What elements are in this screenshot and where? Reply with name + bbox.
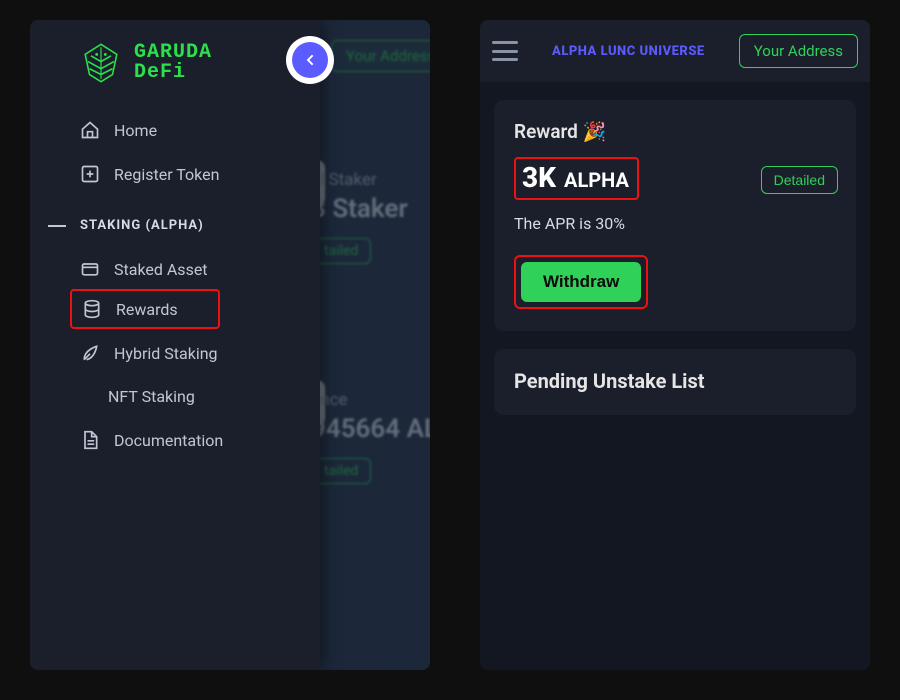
reward-title: Reward 🎉 xyxy=(514,120,836,143)
right-phone-frame: ALPHA LUNC UNIVERSE Your Address Reward … xyxy=(480,20,870,670)
plus-square-icon xyxy=(80,164,100,184)
highlight-withdraw: Withdraw xyxy=(514,255,648,309)
nav-staked-label: Staked Asset xyxy=(114,260,208,279)
nav-register-label: Register Token xyxy=(114,165,219,184)
logo-line1: GARUDA xyxy=(134,43,212,63)
logo-line2: DeFi xyxy=(134,63,212,83)
collapse-dash-icon xyxy=(48,225,66,227)
nav-documentation[interactable]: Documentation xyxy=(30,418,320,462)
highlight-rewards: Rewards xyxy=(70,289,220,329)
section-staking-header[interactable]: STAKING (ALPHA) xyxy=(30,196,320,247)
home-icon xyxy=(80,120,100,140)
section-title-label: STAKING (ALPHA) xyxy=(80,218,204,233)
reward-card: Reward 🎉 3K ALPHA Detailed The APR is 30… xyxy=(494,100,856,331)
address-button[interactable]: Your Address xyxy=(739,34,858,68)
menu-button[interactable] xyxy=(492,41,518,61)
reward-amount-number: 3K xyxy=(522,161,556,194)
nav-hybrid-label: Hybrid Staking xyxy=(114,344,218,363)
logo-text: GARUDA DeFi xyxy=(134,43,212,83)
pending-unstake-card: Pending Unstake List xyxy=(494,349,856,415)
nav-home-label: Home xyxy=(114,121,157,140)
nav-hybrid-staking[interactable]: Hybrid Staking xyxy=(30,331,320,375)
wallet-icon xyxy=(80,259,100,279)
left-phone-frame: Your Address al Staker 3 Staker tailed a… xyxy=(30,20,430,670)
sidebar-drawer: GARUDA DeFi Home Register Token xyxy=(30,20,320,670)
pending-title: Pending Unstake List xyxy=(514,369,836,393)
apr-text: The APR is 30% xyxy=(514,214,836,233)
hamburger-icon xyxy=(492,41,518,44)
nav-register-token[interactable]: Register Token xyxy=(30,152,320,196)
nav-rewards[interactable]: Rewards xyxy=(72,291,218,327)
withdraw-button[interactable]: Withdraw xyxy=(521,262,641,302)
detailed-button[interactable]: Detailed xyxy=(761,166,838,194)
document-icon xyxy=(80,430,100,450)
topbar: ALPHA LUNC UNIVERSE Your Address xyxy=(480,20,870,82)
logo[interactable]: GARUDA DeFi xyxy=(30,32,320,108)
nav-rewards-label: Rewards xyxy=(116,300,178,319)
database-icon xyxy=(82,299,102,319)
nav-docs-label: Documentation xyxy=(114,431,223,450)
nav-staked-asset[interactable]: Staked Asset xyxy=(30,247,320,291)
nav-nft-staking[interactable]: NFT Staking xyxy=(30,375,320,418)
nav-nft-label: NFT Staking xyxy=(108,387,195,406)
back-button[interactable] xyxy=(292,42,328,78)
leaf-icon xyxy=(80,343,100,363)
highlight-reward-amount: 3K ALPHA xyxy=(514,157,639,200)
garuda-logo-icon xyxy=(78,40,124,86)
chevron-left-icon xyxy=(302,52,318,68)
reward-amount-unit: ALPHA xyxy=(564,168,629,192)
brand-title: ALPHA LUNC UNIVERSE xyxy=(532,44,725,59)
nav-home[interactable]: Home xyxy=(30,108,320,152)
